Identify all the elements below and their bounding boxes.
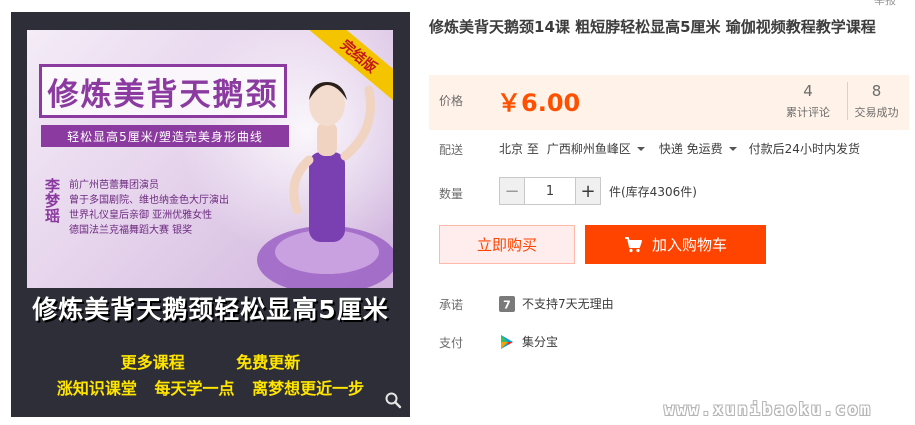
quantity-stepper: − + 件(库存4306件) xyxy=(499,177,697,205)
promo-text: 涨知识课堂 xyxy=(56,379,137,398)
payment-label: 支付 xyxy=(439,336,464,350)
deal-count: 8 xyxy=(871,82,882,100)
jifenbao-icon xyxy=(501,334,513,349)
poster-title-box: 修炼美背天鹅颈 xyxy=(39,64,287,118)
promo-line-2: 涨知识课堂 每天学一点 离梦想更近一步 xyxy=(11,375,410,399)
magnifier-icon[interactable] xyxy=(384,391,402,409)
deal-count-stat: 8 交易成功 xyxy=(847,82,905,120)
decrease-quantity-button[interactable]: − xyxy=(499,177,525,205)
bio-line: 世界礼仪皇后亲御 亚洲优雅女性 xyxy=(69,210,213,221)
dispatch-time: 付款后24小时内发货 xyxy=(748,142,860,156)
chevron-down-icon[interactable] xyxy=(636,146,645,151)
add-to-cart-button[interactable]: 加入购物车 xyxy=(585,225,766,264)
bio-line: 前广州芭蕾舞团演员 xyxy=(69,180,159,191)
seven-day-badge-icon: 7 xyxy=(499,295,515,312)
add-to-cart-label: 加入购物车 xyxy=(651,236,727,254)
chevron-down-icon[interactable] xyxy=(728,146,737,151)
review-count-stat[interactable]: 4 累计评论 xyxy=(779,82,837,120)
ship-from: 北京 至 xyxy=(499,142,539,156)
price-value: ￥6.00 xyxy=(497,89,581,117)
promise-label: 承诺 xyxy=(439,298,464,312)
price-label: 价格 xyxy=(439,94,464,108)
product-image[interactable]: 修炼美背天鹅颈 轻松显高5厘米/塑造完美身形曲线 李梦瑶 前广州芭蕾舞团演员 曾… xyxy=(11,12,410,417)
dancer-illustration xyxy=(257,82,393,288)
buy-now-button[interactable]: 立即购买 xyxy=(439,225,575,264)
quantity-input[interactable] xyxy=(525,177,575,205)
shipping-method-select[interactable]: 快递 免运费 xyxy=(659,140,723,157)
promise-row: 7 不支持7天无理由 xyxy=(499,295,614,312)
product-title: 修炼美背天鹅颈14课 粗短脖轻松显高5厘米 瑜伽视频教程教学课程 xyxy=(429,18,876,36)
course-poster: 修炼美背天鹅颈 轻松显高5厘米/塑造完美身形曲线 李梦瑶 前广州芭蕾舞团演员 曾… xyxy=(27,30,393,288)
review-count: 4 xyxy=(803,82,813,100)
instructor-name: 李梦瑶 xyxy=(41,178,63,223)
promise-text[interactable]: 不支持7天无理由 xyxy=(522,295,614,312)
stock-info: 件(库存4306件) xyxy=(609,184,697,199)
report-link[interactable]: 举报 xyxy=(874,0,896,8)
promo-text: 每天学一点 xyxy=(154,379,235,398)
instructor-name-text: 李梦瑶 xyxy=(43,178,61,223)
seven-badge-text: 7 xyxy=(503,298,511,311)
promo-text: 离梦想更近一步 xyxy=(252,379,365,398)
shipping-row: 北京 至 广西柳州鱼峰区 快递 免运费 付款后24小时内发货 xyxy=(499,140,860,157)
bio-line: 曾于多国剧院、维也纳金色大厅演出 xyxy=(69,195,229,206)
promo-text: 更多课程 xyxy=(120,353,185,372)
price-panel: 价格 ￥6.00 4 累计评论 8 交易成功 xyxy=(429,75,909,130)
quantity-label: 数量 xyxy=(439,187,464,201)
poster-subtitle: 轻松显高5厘米/塑造完美身形曲线 xyxy=(41,125,289,147)
cart-icon xyxy=(624,236,642,252)
review-count-label: 累计评论 xyxy=(786,106,830,119)
promo-text: 免费更新 xyxy=(236,353,301,372)
payment-method: 集分宝 xyxy=(522,335,559,349)
increase-quantity-button[interactable]: + xyxy=(575,177,601,205)
poster-title: 修炼美背天鹅颈 xyxy=(47,76,279,113)
shipping-label: 配送 xyxy=(439,143,464,157)
image-caption: 修炼美背天鹅颈轻松显高5厘米 xyxy=(32,295,389,324)
promo-line-1: 更多课程 免费更新 xyxy=(11,349,410,373)
deal-count-label: 交易成功 xyxy=(854,106,899,119)
payment-row: 集分宝 xyxy=(499,333,558,350)
site-watermark: www.xunibaoku.com xyxy=(664,400,872,420)
instructor-bio: 前广州芭蕾舞团演员 曾于多国剧院、维也纳金色大厅演出 世界礼仪皇后亲御 亚洲优雅… xyxy=(69,178,229,238)
bio-line: 德国法兰克福舞蹈大赛 银奖 xyxy=(69,225,193,236)
ship-destination-select[interactable]: 广西柳州鱼峰区 xyxy=(547,140,631,157)
